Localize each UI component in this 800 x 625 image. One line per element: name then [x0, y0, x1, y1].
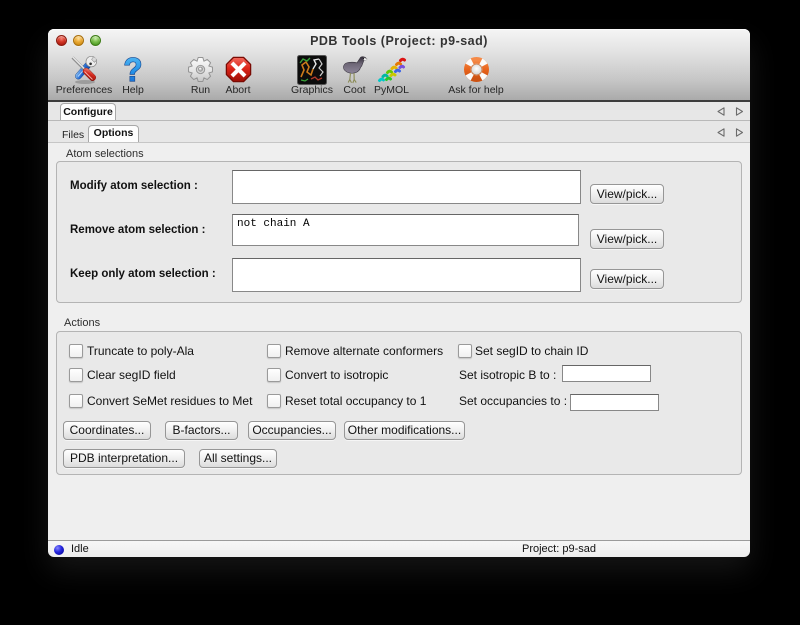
svg-text:?: ? [124, 54, 143, 85]
